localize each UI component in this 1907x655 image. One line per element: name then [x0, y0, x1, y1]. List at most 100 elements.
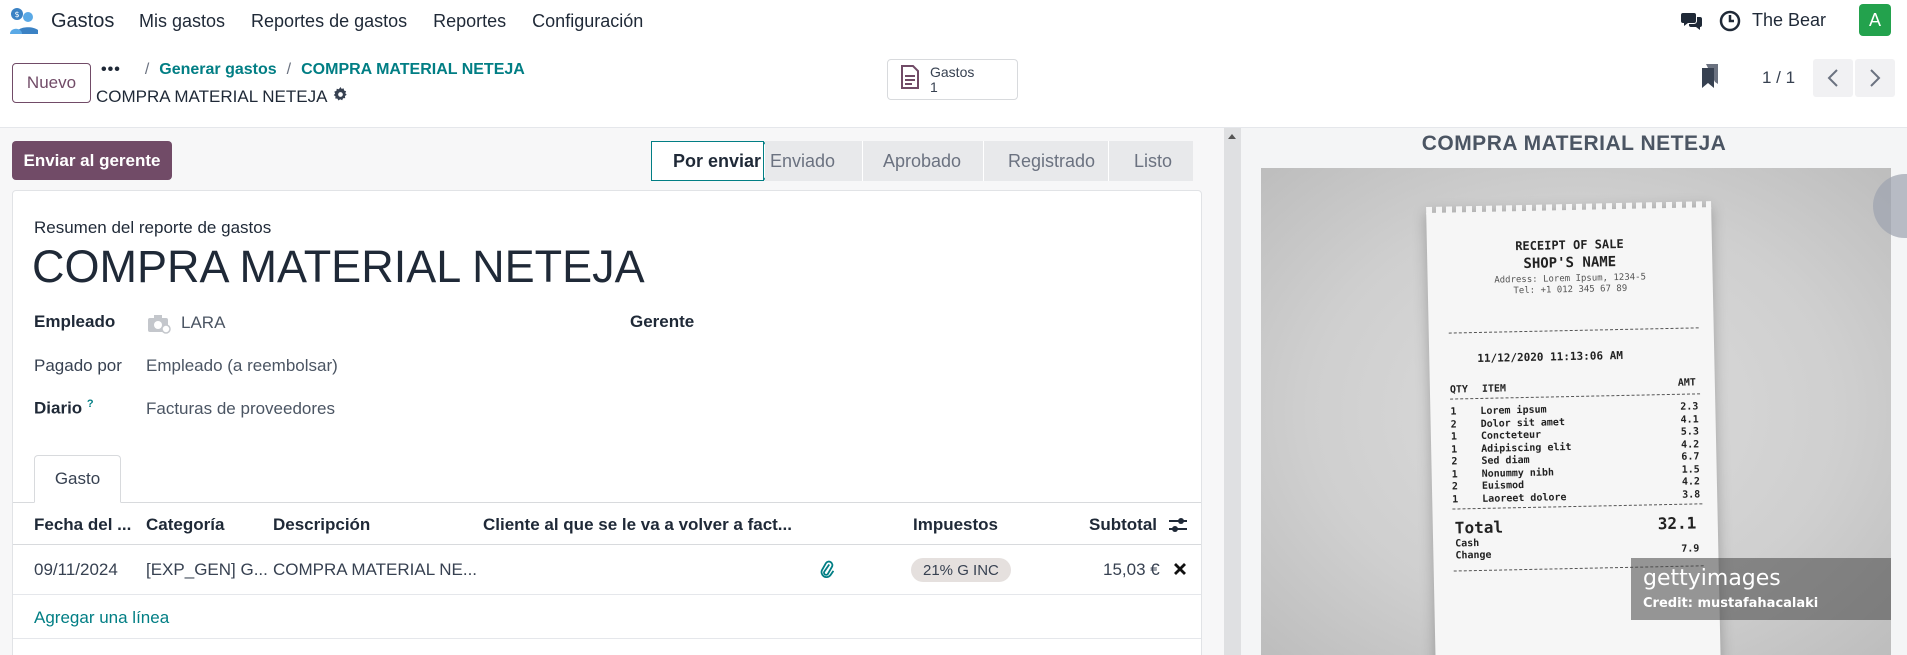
receipt-item-qty: 1 — [1451, 468, 1458, 481]
receipt-item-item: Euismod — [1481, 480, 1525, 492]
column-subtotal[interactable]: Subtotal — [1089, 515, 1157, 535]
user-avatar[interactable]: A — [1859, 4, 1891, 36]
camera-avatar-icon — [147, 314, 171, 339]
receipt-torn-edge — [1426, 201, 1712, 216]
receipt-item-amt: 5.3 — [1680, 426, 1700, 438]
journal-help-icon[interactable]: ? — [87, 398, 94, 410]
column-category[interactable]: Categoría — [146, 515, 224, 535]
breadcrumb-item-current[interactable]: COMPRA MATERIAL NETEJA — [301, 61, 525, 79]
menu-item-mis-gastos[interactable]: Mis gastos — [139, 11, 225, 32]
bookmark-icon[interactable] — [1700, 63, 1720, 93]
expenses-smart-button[interactable]: Gastos 1 — [887, 59, 1018, 100]
breadcrumb-item-generar-gastos[interactable]: Generar gastos — [159, 61, 276, 79]
receipt-item-amt: 4.1 — [1680, 413, 1699, 426]
receipt-item-item: Nonummy nibh — [1481, 466, 1555, 480]
app-name[interactable]: Gastos — [51, 10, 114, 33]
tab-gasto[interactable]: Gasto — [34, 455, 121, 503]
add-line-row — [13, 595, 1201, 639]
receipt-item-amt: 2.3 — [1680, 401, 1699, 413]
row-date[interactable]: 09/11/2024 — [34, 560, 118, 580]
attachment-title: COMPRA MATERIAL NETEJA — [1421, 132, 1727, 155]
menu-item-reportes-de-gastos[interactable]: Reportes de gastos — [251, 11, 407, 32]
receipt-cash-label: Cash — [1455, 537, 1480, 550]
table-row[interactable]: 09/11/2024 [EXP_GEN] G... COMPRA MATERIA… — [13, 545, 1201, 595]
gear-icon[interactable] — [333, 87, 348, 107]
column-taxes[interactable]: Impuestos — [913, 515, 998, 535]
receipt-item-item: Concteteur — [1480, 429, 1542, 442]
receipt-item-amt: 4.2 — [1681, 438, 1700, 451]
record-name: COMPRA MATERIAL NETEJA — [96, 87, 328, 106]
document-icon — [900, 65, 920, 94]
form-title[interactable]: COMPRA MATERIAL NETEJA — [32, 241, 645, 293]
receipt-item-item: Lorem ipsum — [1480, 404, 1547, 417]
chat-icon[interactable] — [1680, 9, 1704, 33]
receipt-item-item: Laoreet dolore — [1482, 491, 1567, 505]
journal-label: Diario ? — [34, 398, 94, 418]
receipt-item-item: Adipiscing elit — [1481, 441, 1572, 455]
watermark-credit: Credit: mustafahacalaki — [1643, 596, 1819, 611]
employee-value[interactable]: LARA — [181, 313, 225, 333]
employee-label: Empleado — [34, 312, 116, 331]
status-bar: Por enviar Enviado Aprobado Registrado L… — [651, 141, 1193, 181]
record-title: COMPRA MATERIAL NETEJA — [96, 87, 348, 107]
breadcrumb-more-icon[interactable]: ••• — [101, 61, 121, 79]
receipt-datetime: 11/12/2020 11:13:06 AM — [1477, 348, 1624, 365]
receipt-total-label: Total — [1454, 517, 1504, 538]
pager-value[interactable]: 1 / 1 — [1762, 68, 1795, 88]
status-stage-registrado[interactable]: Registrado — [983, 141, 1108, 181]
receipt-photo: RECEIPT OF SALE SHOP'S NAME Address: Lor… — [1261, 168, 1891, 655]
svg-text:$: $ — [14, 10, 19, 19]
receipt-divider — [1448, 327, 1699, 334]
receipt-change-label: Change — [1455, 549, 1492, 562]
receipt-item-amt: 1.5 — [1681, 463, 1700, 476]
status-stage-enviado[interactable]: Enviado — [765, 141, 862, 181]
new-button[interactable]: Nuevo — [12, 63, 91, 103]
pager: 1 / 1 — [1700, 59, 1896, 97]
receipt-total-value: 32.1 — [1657, 513, 1697, 534]
status-stage-aprobado[interactable]: Aprobado — [862, 141, 983, 181]
paid-by-value[interactable]: Empleado (a reembolsar) — [146, 356, 338, 376]
viewer-splitter[interactable] — [1224, 128, 1241, 655]
receipt-item-qty: 2 — [1451, 481, 1459, 493]
receipt-item-amt: 3.8 — [1682, 488, 1701, 501]
tax-badge[interactable]: 21% G INC — [911, 558, 1011, 582]
paperclip-icon[interactable] — [820, 560, 835, 583]
receipt-item-qty: 1 — [1450, 406, 1457, 418]
watermark-logo: gettyimages — [1643, 566, 1781, 591]
expenses-app-icon[interactable]: $ — [10, 8, 40, 34]
receipt-item-qty: 1 — [1452, 493, 1459, 506]
send-to-manager-button[interactable]: Enviar al gerente — [12, 141, 172, 180]
scroll-up-arrow-icon[interactable] — [1228, 134, 1236, 139]
paid-by-label: Pagado por — [34, 356, 122, 375]
row-subtotal[interactable]: 15,03 € — [1103, 560, 1160, 580]
receipt-col-item: ITEM — [1481, 383, 1507, 395]
pager-next-button[interactable] — [1855, 59, 1896, 97]
row-category[interactable]: [EXP_GEN] G... — [146, 560, 268, 580]
receipt-item-qty: 1 — [1451, 443, 1458, 456]
delete-row-icon[interactable] — [1173, 562, 1187, 581]
user-name[interactable]: The Bear — [1752, 10, 1826, 31]
receipt-item-amt: 4.2 — [1681, 476, 1701, 488]
status-stage-listo[interactable]: Listo — [1108, 141, 1193, 181]
breadcrumb-separator: / — [286, 61, 292, 78]
journal-value[interactable]: Facturas de proveedores — [146, 399, 335, 419]
receipt-col-amt: AMT — [1677, 377, 1697, 389]
manager-label: Gerente — [630, 312, 695, 331]
column-description[interactable]: Descripción — [273, 515, 370, 535]
clock-icon[interactable] — [1718, 9, 1742, 33]
optional-columns-icon[interactable] — [1168, 516, 1188, 539]
menu-item-configuracion[interactable]: Configuración — [532, 11, 643, 32]
column-customer[interactable]: Cliente al que se le va a volver a fact.… — [483, 515, 792, 535]
receipt-shop-name: SHOP'S NAME — [1523, 254, 1617, 273]
column-date[interactable]: Fecha del ... — [34, 515, 131, 535]
status-stage-por-enviar[interactable]: Por enviar — [651, 141, 764, 181]
table-header: Fecha del ... Categoría Descripción Clie… — [13, 503, 1201, 545]
row-description[interactable]: COMPRA MATERIAL NE... — [273, 560, 477, 580]
attachment-viewer: COMPRA MATERIAL NETEJA RECEIPT OF SALE S… — [1241, 128, 1907, 655]
main-menu: Mis gastos Reportes de gastos Reportes C… — [139, 11, 669, 32]
add-line-link[interactable]: Agregar una línea — [34, 608, 169, 628]
receipt-item-item: Dolor sit amet — [1480, 416, 1566, 430]
smart-button-count: 1 — [930, 78, 938, 95]
menu-item-reportes[interactable]: Reportes — [433, 11, 506, 32]
pager-previous-button[interactable] — [1813, 59, 1854, 97]
